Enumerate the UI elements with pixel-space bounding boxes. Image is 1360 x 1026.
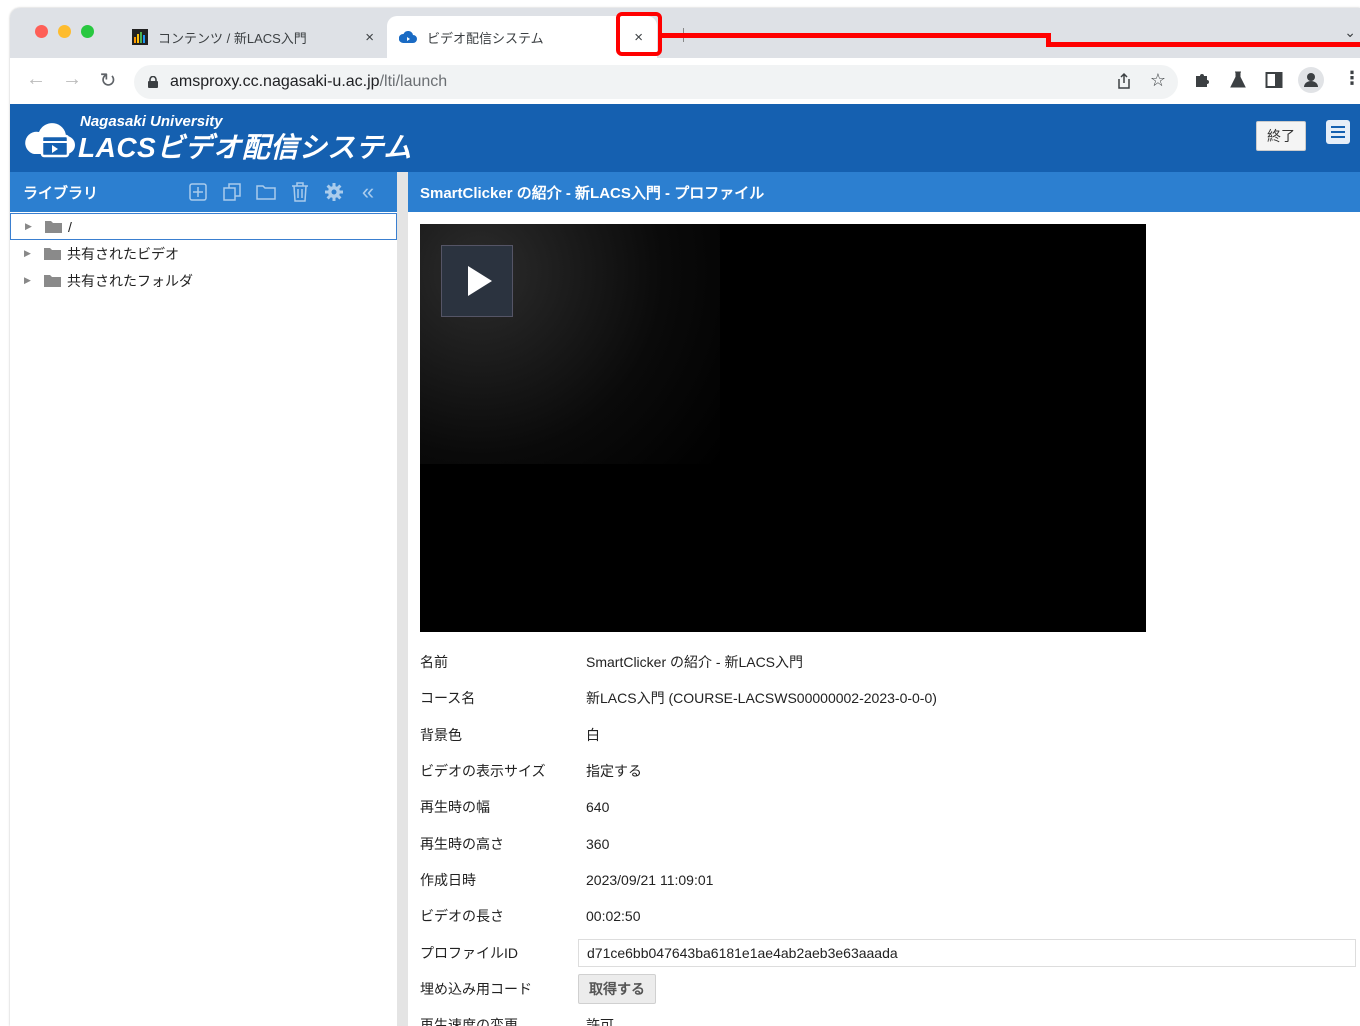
tab-title: コンテンツ / 新LACS入門 — [158, 30, 307, 46]
folder-icon — [44, 274, 61, 287]
browser-toolbar: ← → ↻ amsproxy.cc.nagasaki-u.ac.jp/lti/l… — [10, 58, 1360, 104]
property-row-display-size: ビデオの表示サイズ 指定する — [420, 753, 1360, 789]
app-header: Nagasaki University LACSビデオ配信システム 終了 — [10, 104, 1360, 172]
gear-icon[interactable] — [322, 181, 346, 203]
property-value: 360 — [586, 835, 610, 852]
cloud-favicon-icon — [399, 30, 417, 44]
profile-id-field[interactable]: d71ce6bb047643ba6181e1ae4ab2aeb3e63aaada — [578, 938, 1356, 967]
tree-item-root[interactable]: ▶ / — [10, 213, 397, 240]
browser-menu-icon[interactable]: ⋮ — [1343, 68, 1360, 89]
property-value: 2023/09/21 11:09:01 — [586, 871, 714, 888]
sidebar-title: ライブラリ — [23, 184, 99, 202]
side-panel-icon[interactable] — [1265, 71, 1283, 94]
add-icon[interactable] — [186, 181, 210, 203]
property-value: 640 — [586, 799, 610, 816]
property-row-duration: ビデオの長さ 00:02:50 — [420, 898, 1360, 934]
property-label: 背景色 — [420, 726, 462, 743]
tree-item-label: 共有されたフォルダ — [67, 272, 193, 289]
browser-window: コンテンツ / 新LACS入門 × ビデオ配信システム × ⌄ ← → ↻ am… — [10, 8, 1360, 1026]
property-label: 再生速度の変更 — [420, 1017, 518, 1026]
profile-panel: SmartClicker の紹介 - 新LACS入門 - プロファイル 名前 Sm… — [408, 172, 1360, 1026]
folder-icon — [45, 220, 62, 233]
annotation-line — [1046, 42, 1360, 47]
hamburger-menu-icon[interactable] — [1326, 120, 1350, 144]
property-label: 作成日時 — [420, 871, 476, 888]
extensions-puzzle-icon[interactable] — [1193, 71, 1211, 94]
property-value: 白 — [586, 726, 600, 743]
property-row-playback-speed: 再生速度の変更 許可 — [420, 1007, 1360, 1026]
expand-arrow-icon[interactable]: ▶ — [24, 275, 32, 286]
property-row-background: 背景色 白 — [420, 717, 1360, 753]
property-value: SmartClicker の紹介 - 新LACS入門 — [586, 654, 804, 671]
tab-close-icon[interactable]: × — [365, 29, 374, 46]
lock-icon — [148, 76, 158, 88]
share-icon[interactable] — [1116, 72, 1132, 95]
property-label: 再生時の高さ — [420, 835, 504, 852]
system-logo-text: LACSビデオ配信システム — [78, 132, 412, 163]
property-row-height: 再生時の高さ 360 — [420, 825, 1360, 861]
property-row-width: 再生時の幅 640 — [420, 789, 1360, 825]
bookmark-star-icon[interactable]: ☆ — [1150, 70, 1166, 91]
property-row-embed-code: 埋め込み用コード 取得する — [420, 971, 1360, 1007]
property-value: 指定する — [586, 763, 642, 780]
property-label: 再生時の幅 — [420, 799, 490, 816]
play-button[interactable] — [441, 245, 513, 317]
play-icon — [468, 266, 492, 296]
labs-flask-icon[interactable] — [1230, 71, 1246, 94]
profile-title: SmartClicker の紹介 - 新LACS入門 - プロファイル — [408, 172, 1360, 212]
tab-title: ビデオ配信システム — [427, 30, 544, 46]
forward-arrow-icon[interactable]: → — [58, 68, 86, 91]
window-close-button[interactable] — [35, 25, 48, 38]
bar-chart-favicon-icon — [132, 29, 148, 45]
property-label: ビデオの表示サイズ — [420, 763, 546, 780]
tab-contents[interactable]: コンテンツ / 新LACS入門 × — [120, 16, 388, 58]
property-label: コース名 — [420, 690, 476, 707]
trash-icon[interactable] — [288, 181, 312, 203]
library-sidebar: ライブラリ « ▶ / ▶ 共有されたビデオ ▶ 共有されたフォルダ — [10, 172, 397, 1026]
annotation-highlight-box — [616, 12, 662, 56]
url-path: /lti/launch — [379, 73, 448, 90]
folder-icon[interactable] — [254, 181, 278, 203]
property-row-course: コース名 新LACS入門 (COURSE-LACSWS00000002-2023-… — [420, 680, 1360, 716]
panel-splitter[interactable] — [397, 172, 408, 1026]
profile-avatar-icon[interactable] — [1298, 67, 1324, 98]
back-arrow-icon[interactable]: ← — [22, 68, 50, 91]
property-label: ビデオの長さ — [420, 908, 504, 925]
sidebar-toolbar: « — [186, 179, 380, 204]
collapse-chevrons-icon[interactable]: « — [356, 179, 380, 204]
annotation-line — [662, 33, 1050, 38]
address-bar[interactable]: amsproxy.cc.nagasaki-u.ac.jp/lti/launch … — [134, 65, 1178, 99]
expand-arrow-icon[interactable]: ▶ — [24, 248, 32, 259]
url-host: amsproxy.cc.nagasaki-u.ac.jp — [170, 73, 380, 90]
tree-item-shared-videos[interactable]: ▶ 共有されたビデオ — [10, 240, 397, 267]
tree-item-label: 共有されたビデオ — [67, 245, 179, 262]
video-player[interactable] — [420, 224, 1146, 632]
property-value: 新LACS入門 (COURSE-LACSWS00000002-2023-0-0-… — [586, 690, 937, 707]
property-label: 名前 — [420, 654, 448, 671]
copy-icon[interactable] — [220, 181, 244, 203]
tab-search-chevron-icon[interactable]: ⌄ — [1344, 24, 1356, 41]
property-label: プロファイルID — [420, 944, 518, 961]
property-label: 埋め込み用コード — [420, 980, 532, 997]
sidebar-header: ライブラリ « — [10, 172, 397, 212]
property-value: 許可 — [586, 1017, 614, 1026]
window-minimize-button[interactable] — [58, 25, 71, 38]
property-row-profile-id: プロファイルID d71ce6bb047643ba6181e1ae4ab2aeb3… — [420, 934, 1360, 970]
folder-icon — [44, 247, 61, 260]
profile-properties: 名前 SmartClicker の紹介 - 新LACS入門 コース名 新LACS入門… — [420, 644, 1360, 1026]
get-embed-code-button[interactable]: 取得する — [578, 973, 656, 1004]
exit-button[interactable]: 終了 — [1256, 121, 1306, 151]
property-row-name: 名前 SmartClicker の紹介 - 新LACS入門 — [420, 644, 1360, 680]
cloud-video-logo-icon — [24, 116, 76, 165]
tree-item-shared-folders[interactable]: ▶ 共有されたフォルダ — [10, 267, 397, 294]
property-row-created: 作成日時 2023/09/21 11:09:01 — [420, 862, 1360, 898]
tree-item-label: / — [68, 218, 72, 235]
property-value: 00:02:50 — [586, 908, 641, 925]
expand-arrow-icon[interactable]: ▶ — [25, 221, 33, 232]
reload-icon[interactable]: ↻ — [94, 68, 122, 93]
window-zoom-button[interactable] — [81, 25, 94, 38]
